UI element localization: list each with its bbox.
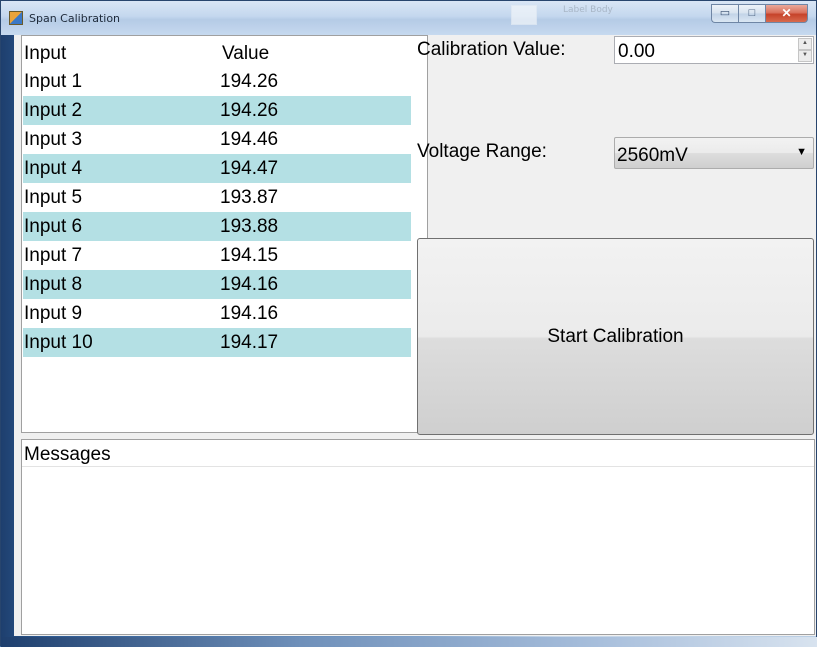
calibration-value-input[interactable]: 0.00 ▲ ▼ — [614, 36, 814, 64]
spin-up-arrow-icon[interactable]: ▲ — [798, 38, 812, 50]
input-name-cell: Input 7 — [24, 245, 83, 266]
table-row[interactable]: Input 1 194.26 — [23, 67, 411, 96]
column-header-input[interactable]: Input — [22, 36, 218, 65]
input-value-cell: 194.15 — [220, 245, 279, 266]
span-calibration-window: Span Calibration Label Body ▭ □ ✕ Input … — [0, 0, 817, 647]
start-calibration-button[interactable]: Start Calibration — [417, 238, 814, 435]
input-name-cell: Input 2 — [24, 100, 83, 121]
background-window-ghost-text: Label Body — [563, 5, 613, 15]
voltage-range-value: 2560mV — [617, 145, 688, 166]
voltage-range-dropdown[interactable]: 2560mV ▼ — [614, 137, 814, 169]
voltage-range-label: Voltage Range: — [417, 141, 547, 162]
input-value-cell: 194.26 — [220, 100, 279, 121]
input-value-cell: 194.16 — [220, 274, 279, 295]
messages-header: Messages — [22, 440, 814, 467]
input-value-cell: 194.16 — [220, 303, 279, 324]
client-area: Input Value Input 1 194.26 Input 2 194.26 In… — [14, 35, 816, 636]
caption-buttons: ▭ □ ✕ — [711, 4, 808, 24]
input-name-cell: Input 8 — [24, 274, 83, 295]
table-row[interactable]: Input 6 193.88 — [23, 212, 411, 241]
input-value-cell: 194.26 — [220, 71, 279, 92]
table-row[interactable]: Input 8 194.16 — [23, 270, 411, 299]
input-value-cell: 194.47 — [220, 158, 279, 179]
background-window-ghost — [511, 5, 537, 25]
table-row[interactable]: Input 3 194.46 — [23, 125, 411, 154]
minimize-button[interactable]: ▭ — [711, 4, 738, 23]
list-header: Input Value — [22, 36, 427, 65]
table-row[interactable]: Input 9 194.16 — [23, 299, 411, 328]
window-title: Span Calibration — [29, 12, 121, 25]
input-name-cell: Input 3 — [24, 129, 83, 150]
calibration-value-label: Calibration Value: — [417, 39, 566, 60]
title-bar[interactable]: Span Calibration Label Body ▭ □ ✕ — [1, 1, 816, 35]
input-value-cell: 194.46 — [220, 129, 279, 150]
close-button[interactable]: ✕ — [765, 4, 808, 23]
input-value-cell: 194.17 — [220, 332, 279, 353]
table-row[interactable]: Input 7 194.15 — [23, 241, 411, 270]
spin-arrows: ▲ ▼ — [798, 38, 812, 62]
column-header-value[interactable]: Value — [220, 36, 410, 65]
spin-down-arrow-icon[interactable]: ▼ — [798, 50, 812, 62]
table-row[interactable]: Input 2 194.26 — [23, 96, 411, 125]
app-icon — [9, 11, 23, 25]
input-name-cell: Input 10 — [24, 332, 93, 353]
messages-list[interactable]: Messages — [21, 439, 815, 635]
calibration-value-text: 0.00 — [618, 41, 655, 62]
input-name-cell: Input 9 — [24, 303, 83, 324]
input-name-cell: Input 1 — [24, 71, 83, 92]
inputs-list-view[interactable]: Input Value Input 1 194.26 Input 2 194.26 In… — [21, 35, 428, 433]
input-name-cell: Input 6 — [24, 216, 83, 237]
dropdown-arrow-icon: ▼ — [796, 146, 807, 158]
input-name-cell: Input 5 — [24, 187, 83, 208]
maximize-button[interactable]: □ — [738, 4, 765, 23]
table-row[interactable]: Input 10 194.17 — [23, 328, 411, 357]
table-row[interactable]: Input 4 194.47 — [23, 154, 411, 183]
input-value-cell: 193.87 — [220, 187, 279, 208]
table-row[interactable]: Input 5 193.87 — [23, 183, 411, 212]
input-value-cell: 193.88 — [220, 216, 279, 237]
input-name-cell: Input 4 — [24, 158, 83, 179]
